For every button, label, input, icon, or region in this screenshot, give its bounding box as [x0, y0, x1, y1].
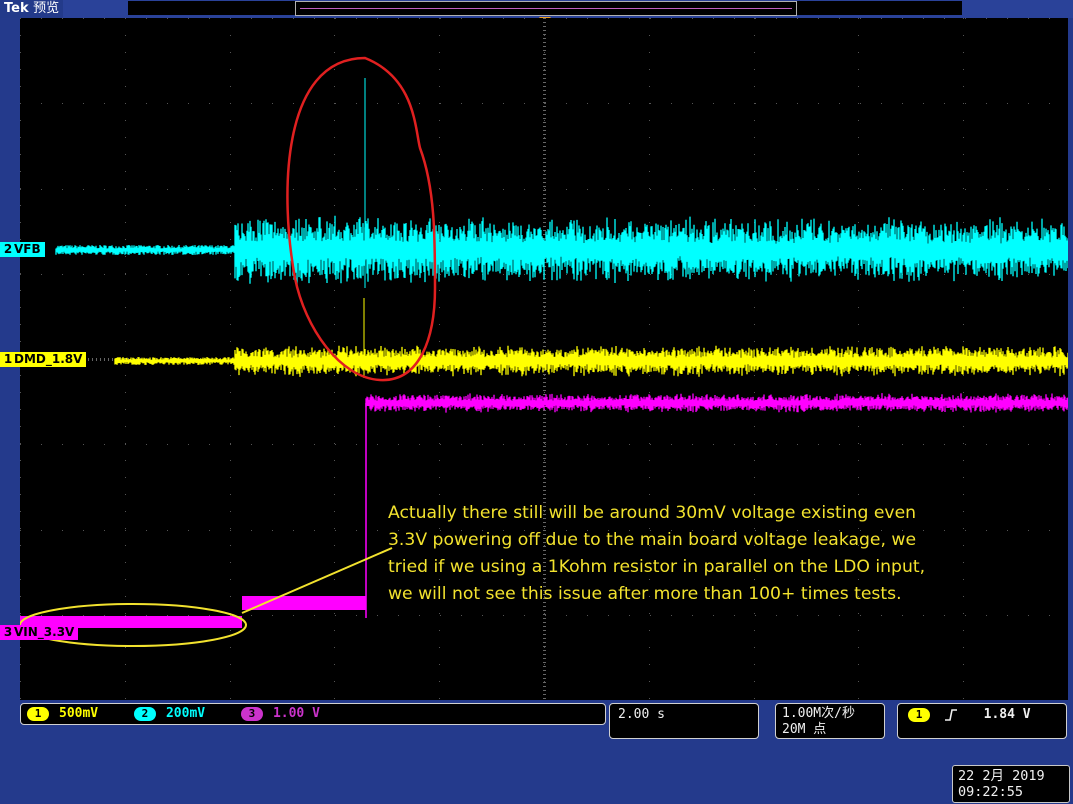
vertical-scale-readout[interactable]: 1 500mV 2 200mV 3 1.00 V [20, 703, 606, 725]
date-value: 22 2月 2019 [958, 768, 1045, 784]
brand-label: Tek [4, 1, 29, 16]
record-view-window[interactable] [295, 1, 797, 16]
timebase-readout[interactable]: 2.00 s [609, 703, 759, 739]
channel-2-scale: 200mV [165, 706, 206, 721]
mode-label: 预览 [33, 1, 60, 16]
red-highlight-circle [286, 56, 437, 382]
channel-3-marker[interactable]: 3 VIN_3.3V [0, 625, 79, 640]
time-value: 09:22:55 [958, 784, 1024, 800]
bottom-readout-bar: 1 500mV 2 200mV 3 1.00 V 2.00 s 1.00M次/秒 20… [0, 700, 1073, 804]
channel-3-badge: 3 [240, 707, 263, 721]
trigger-level-value: 1.84 V [983, 707, 1031, 722]
channel-1-marker[interactable]: 1 DMD_1.8V [0, 352, 87, 367]
acquisition-readout[interactable]: 1.00M次/秒 20M 点 [775, 703, 885, 739]
channel-2-label: VFB [14, 242, 41, 256]
annotation-line: we will not see this issue after more th… [388, 584, 902, 604]
annotation-text: Actually there still will be around 30mV… [388, 500, 988, 608]
rising-edge-icon [944, 708, 957, 721]
datetime-readout: 22 2月 2019 09:22:55 [952, 765, 1070, 803]
timebase-value: 2.00 s [618, 707, 665, 722]
record-length-value: 20M 点 [782, 722, 827, 737]
channel-2-marker[interactable]: 2 VFB [0, 242, 45, 257]
channel-3-label: VIN_3.3V [14, 625, 75, 639]
sample-rate-value: 1.00M次/秒 [782, 706, 855, 721]
channel-2-badge: 2 [133, 707, 156, 721]
top-status-bar: Tek 预览 [0, 0, 1073, 24]
channel-1-label: DMD_1.8V [14, 352, 83, 366]
channel-3-scale: 1.00 V [272, 706, 320, 721]
channel-1-badge: 1 [27, 707, 49, 721]
annotation-line: tried if we using a 1Kohm resistor in pa… [388, 557, 926, 577]
annotation-line: Actually there still will be around 30mV… [388, 503, 917, 523]
annotation-line: 3.3V powering off due to the main board … [388, 530, 917, 550]
trigger-readout[interactable]: 1 1.84 V [897, 703, 1067, 739]
annotation-leader-line [241, 547, 393, 614]
channel-1-scale: 500mV [59, 706, 99, 721]
trigger-channel-badge: 1 [908, 707, 930, 722]
tek-logo: Tek 预览 [0, 0, 64, 18]
